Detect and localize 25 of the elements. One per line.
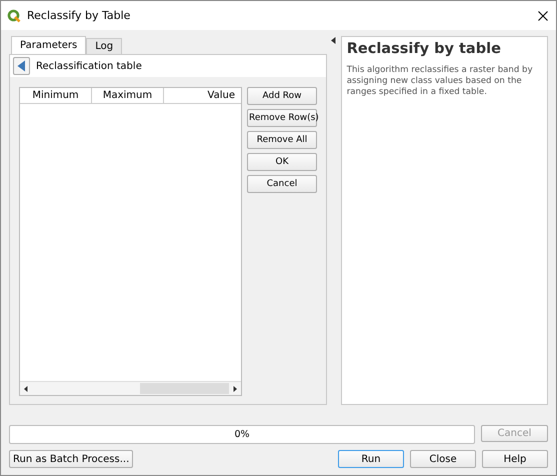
collapse-arrow-icon[interactable] bbox=[331, 37, 336, 44]
window-title: Reclassify by Table bbox=[27, 9, 132, 22]
close-icon[interactable] bbox=[538, 10, 548, 20]
back-arrow-icon bbox=[17, 60, 26, 72]
panel-title: Reclassification table bbox=[36, 60, 142, 72]
dialog-button[interactable]: Help bbox=[482, 450, 548, 468]
tab[interactable]: Parameters bbox=[11, 36, 86, 54]
help-text: This algorithm reclassifies a raster band by assigning new class values based on the ranges specified in a fixed table. bbox=[346, 65, 534, 98]
progress-text: 0% bbox=[234, 429, 250, 440]
column-header[interactable]: Minimum bbox=[20, 88, 92, 103]
table-button[interactable]: Remove Row(s) bbox=[247, 109, 317, 127]
dialog-button[interactable]: Run bbox=[338, 450, 404, 468]
table-button[interactable]: OK bbox=[247, 153, 317, 171]
batch-process-button[interactable]: Run as Batch Process... bbox=[9, 450, 134, 468]
scrollbar-thumb[interactable] bbox=[140, 383, 229, 394]
tab[interactable]: Log bbox=[86, 38, 122, 54]
table-button[interactable]: Add Row bbox=[247, 87, 317, 105]
table-button[interactable]: Remove All bbox=[247, 131, 317, 149]
column-header[interactable]: Value bbox=[164, 88, 241, 103]
help-title: Reclassify by table bbox=[346, 41, 502, 57]
table-button[interactable]: Cancel bbox=[247, 175, 317, 193]
app-logo-icon bbox=[7, 8, 21, 22]
dialog-button[interactable]: Close bbox=[410, 450, 476, 468]
back-button[interactable] bbox=[13, 57, 30, 75]
column-header[interactable]: Maximum bbox=[92, 88, 164, 103]
